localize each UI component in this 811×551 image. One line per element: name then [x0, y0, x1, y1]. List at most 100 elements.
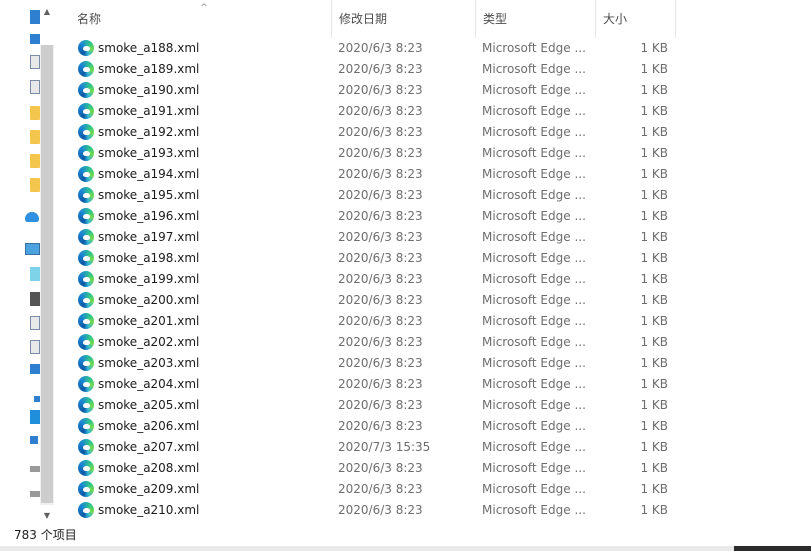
file-row[interactable]: smoke_a190.xml 2020/6/3 8:23 Microsoft Edg…: [57, 80, 811, 101]
file-date-modified: 2020/6/3 8:23: [338, 146, 423, 160]
column-header-size[interactable]: 大小: [596, 0, 676, 38]
file-size: 1 KB: [640, 272, 668, 286]
file-size: 1 KB: [640, 440, 668, 454]
file-type: Microsoft Edge ...: [482, 125, 586, 139]
nav-scrollbar-thumb[interactable]: [41, 45, 53, 503]
column-header-bar: ^ 名称 修改日期 类型 大小: [57, 0, 811, 38]
download-icon[interactable]: [30, 364, 40, 374]
scroll-up-arrow-icon[interactable]: ▲: [40, 5, 54, 19]
file-row[interactable]: smoke_a205.xml 2020/6/3 8:23 Microsoft Edg…: [57, 395, 811, 416]
file-row[interactable]: smoke_a208.xml 2020/6/3 8:23 Microsoft Edg…: [57, 458, 811, 479]
file-row[interactable]: smoke_a189.xml 2020/6/3 8:23 Microsoft Edg…: [57, 59, 811, 80]
item-count: 783 个项目: [14, 528, 77, 542]
folder-icon[interactable]: [30, 154, 40, 168]
file-name: smoke_a208.xml: [98, 461, 200, 475]
onedrive-icon[interactable]: [25, 212, 39, 222]
file-size: 1 KB: [640, 398, 668, 412]
file-row[interactable]: smoke_a206.xml 2020/6/3 8:23 Microsoft Edg…: [57, 416, 811, 437]
file-date-modified: 2020/6/3 8:23: [338, 209, 423, 223]
file-type: Microsoft Edge ...: [482, 146, 586, 160]
file-type: Microsoft Edge ...: [482, 251, 586, 265]
file-row[interactable]: smoke_a203.xml 2020/6/3 8:23 Microsoft Edg…: [57, 353, 811, 374]
file-type: Microsoft Edge ...: [482, 293, 586, 307]
file-date-modified: 2020/6/3 8:23: [338, 272, 423, 286]
file-date-modified: 2020/6/3 8:23: [338, 41, 423, 55]
file-size: 1 KB: [640, 146, 668, 160]
download-icon[interactable]: [30, 34, 40, 44]
folder-icon[interactable]: [30, 178, 40, 192]
file-name: smoke_a193.xml: [98, 146, 200, 160]
file-row[interactable]: smoke_a195.xml 2020/6/3 8:23 Microsoft Edg…: [57, 185, 811, 206]
drive-icon[interactable]: [30, 491, 40, 497]
file-name: smoke_a209.xml: [98, 482, 200, 496]
file-date-modified: 2020/6/3 8:23: [338, 335, 423, 349]
file-size: 1 KB: [640, 167, 668, 181]
file-row[interactable]: smoke_a192.xml 2020/6/3 8:23 Microsoft Edg…: [57, 122, 811, 143]
file-type: Microsoft Edge ...: [482, 482, 586, 496]
file-row[interactable]: smoke_a201.xml 2020/6/3 8:23 Microsoft Edg…: [57, 311, 811, 332]
file-row[interactable]: smoke_a204.xml 2020/6/3 8:23 Microsoft Edg…: [57, 374, 811, 395]
file-date-modified: 2020/6/3 8:23: [338, 230, 423, 244]
file-date-modified: 2020/6/3 8:23: [338, 251, 423, 265]
file-name: smoke_a194.xml: [98, 167, 200, 181]
file-date-modified: 2020/6/3 8:23: [338, 377, 423, 391]
file-date-modified: 2020/6/3 8:23: [338, 188, 423, 202]
file-row[interactable]: smoke_a202.xml 2020/6/3 8:23 Microsoft Edg…: [57, 332, 811, 353]
file-type: Microsoft Edge ...: [482, 188, 586, 202]
file-row[interactable]: smoke_a193.xml 2020/6/3 8:23 Microsoft Edg…: [57, 143, 811, 164]
file-row[interactable]: smoke_a197.xml 2020/6/3 8:23 Microsoft Edg…: [57, 227, 811, 248]
document-icon[interactable]: [30, 340, 40, 354]
folder-icon[interactable]: [30, 10, 40, 24]
file-name: smoke_a200.xml: [98, 293, 200, 307]
file-row[interactable]: smoke_a196.xml 2020/6/3 8:23 Microsoft Edg…: [57, 206, 811, 227]
file-size: 1 KB: [640, 104, 668, 118]
3d-objects-icon[interactable]: [30, 267, 40, 281]
file-date-modified: 2020/6/3 8:23: [338, 461, 423, 475]
column-header-date[interactable]: 修改日期: [332, 0, 476, 38]
column-header-type[interactable]: 类型: [476, 0, 596, 38]
file-row[interactable]: smoke_a200.xml 2020/6/3 8:23 Microsoft Edg…: [57, 290, 811, 311]
file-row[interactable]: smoke_a188.xml 2020/6/3 8:23 Microsoft Edg…: [57, 38, 811, 59]
file-name: smoke_a199.xml: [98, 272, 200, 286]
file-row[interactable]: smoke_a209.xml 2020/6/3 8:23 Microsoft Edg…: [57, 479, 811, 500]
file-size: 1 KB: [640, 419, 668, 433]
file-row[interactable]: smoke_a191.xml 2020/6/3 8:23 Microsoft Edg…: [57, 101, 811, 122]
video-icon[interactable]: [30, 292, 40, 306]
file-row[interactable]: smoke_a207.xml 2020/7/3 15:35 Microsoft Ed…: [57, 437, 811, 458]
file-date-modified: 2020/6/3 8:23: [338, 356, 423, 370]
folder-icon[interactable]: [30, 130, 40, 144]
drive-icon[interactable]: [30, 466, 40, 472]
file-name: smoke_a201.xml: [98, 314, 200, 328]
windows-drive-icon[interactable]: [30, 410, 40, 424]
file-type: Microsoft Edge ...: [482, 419, 586, 433]
file-size: 1 KB: [640, 482, 668, 496]
drive-icon[interactable]: [30, 436, 38, 444]
file-name: smoke_a210.xml: [98, 503, 200, 517]
image-icon[interactable]: [30, 80, 40, 94]
file-date-modified: 2020/6/3 8:23: [338, 314, 423, 328]
file-row[interactable]: smoke_a198.xml 2020/6/3 8:23 Microsoft Edg…: [57, 248, 811, 269]
file-row[interactable]: smoke_a194.xml 2020/6/3 8:23 Microsoft Edg…: [57, 164, 811, 185]
file-size: 1 KB: [640, 41, 668, 55]
this-pc-icon[interactable]: [25, 243, 40, 255]
taskbar-edge-dark: [734, 546, 811, 551]
folder-icon[interactable]: [30, 106, 40, 120]
file-type: Microsoft Edge ...: [482, 230, 586, 244]
file-size: 1 KB: [640, 377, 668, 391]
document-icon[interactable]: [30, 55, 40, 69]
file-date-modified: 2020/6/3 8:23: [338, 83, 423, 97]
file-date-modified: 2020/6/3 8:23: [338, 125, 423, 139]
file-row[interactable]: smoke_a199.xml 2020/6/3 8:23 Microsoft Edg…: [57, 269, 811, 290]
scroll-down-arrow-icon[interactable]: ▼: [40, 509, 54, 523]
file-size: 1 KB: [640, 461, 668, 475]
file-type: Microsoft Edge ...: [482, 461, 586, 475]
file-row[interactable]: smoke_a210.xml 2020/6/3 8:23 Microsoft Edg…: [57, 500, 811, 521]
document-icon[interactable]: [30, 316, 40, 330]
column-header-name[interactable]: 名称: [70, 0, 332, 38]
file-name: smoke_a191.xml: [98, 104, 200, 118]
file-size: 1 KB: [640, 62, 668, 76]
file-date-modified: 2020/6/3 8:23: [338, 167, 423, 181]
file-size: 1 KB: [640, 251, 668, 265]
file-type: Microsoft Edge ...: [482, 41, 586, 55]
file-date-modified: 2020/6/3 8:23: [338, 419, 423, 433]
